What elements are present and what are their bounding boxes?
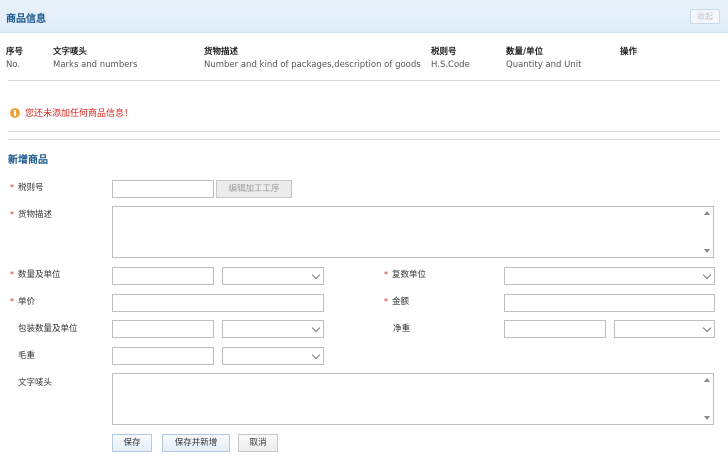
collapse-button[interactable]: 收起 [690, 9, 720, 24]
save-and-new-button[interactable]: 保存并新增 [162, 434, 230, 452]
edit-process-button[interactable]: 编辑加工工序 [216, 180, 292, 198]
warning-icon [10, 107, 20, 118]
compound-unit-select[interactable] [504, 267, 715, 285]
goods-desc-label: * 货物描述 [10, 210, 53, 220]
amount-label: * 金额 [384, 297, 410, 307]
cancel-button[interactable]: 取消 [238, 434, 278, 452]
compound-unit-label: * 复数单位 [384, 270, 427, 280]
scroll-down-icon[interactable] [704, 249, 710, 253]
hs-code-label: * 税则号 [10, 183, 44, 193]
unit-price-input[interactable] [112, 294, 324, 312]
column-hs-code: 税则号 H.S.Code [431, 47, 470, 70]
package-unit-select[interactable] [222, 320, 324, 338]
column-quantity-unit: 数量/单位 Quantity and Unit [506, 47, 582, 70]
chevron-down-icon [702, 323, 712, 333]
gross-weight-input[interactable] [112, 347, 214, 365]
section-header: 商品信息 收起 [0, 0, 728, 33]
column-goods-desc: 货物描述 Number and kind of packages,descript… [204, 47, 421, 70]
amount-input[interactable] [504, 294, 715, 312]
chevron-down-icon [311, 350, 321, 360]
divider [8, 131, 720, 132]
net-weight-input[interactable] [504, 320, 606, 338]
quantity-input[interactable] [112, 267, 214, 285]
goods-desc-textarea[interactable] [112, 206, 714, 258]
column-actions: 操作 [620, 47, 638, 57]
chevron-down-icon [311, 270, 321, 280]
divider [8, 139, 720, 140]
scroll-up-icon[interactable] [704, 211, 710, 215]
warning-text: 您还未添加任何商品信息！ [25, 109, 134, 119]
divider [8, 80, 720, 81]
gross-weight-unit-select[interactable] [222, 347, 324, 365]
empty-warning: 您还未添加任何商品信息！ [10, 106, 133, 119]
column-marks: 文字唛头 Marks and numbers [53, 47, 138, 70]
hs-code-input[interactable] [112, 180, 214, 198]
net-weight-unit-select[interactable] [614, 320, 715, 338]
chevron-down-icon [311, 323, 321, 333]
net-weight-label: 净重 [393, 324, 411, 334]
package-qty-label: 包装数量及单位 [18, 324, 78, 334]
gross-weight-label: 毛重 [18, 351, 36, 361]
form-title: 新增商品 [8, 155, 48, 166]
chevron-down-icon [702, 270, 712, 280]
marks-label: 文字唛头 [18, 378, 53, 388]
scroll-down-icon[interactable] [704, 416, 710, 420]
column-no: 序号 No. [6, 47, 24, 70]
quantity-unit-label: * 数量及单位 [10, 270, 61, 280]
scroll-up-icon[interactable] [704, 378, 710, 382]
package-qty-input[interactable] [112, 320, 214, 338]
marks-textarea[interactable] [112, 373, 714, 425]
unit-price-label: * 单价 [10, 297, 36, 307]
quantity-unit-select[interactable] [222, 267, 324, 285]
save-button[interactable]: 保存 [112, 434, 152, 452]
section-title: 商品信息 [6, 14, 46, 25]
